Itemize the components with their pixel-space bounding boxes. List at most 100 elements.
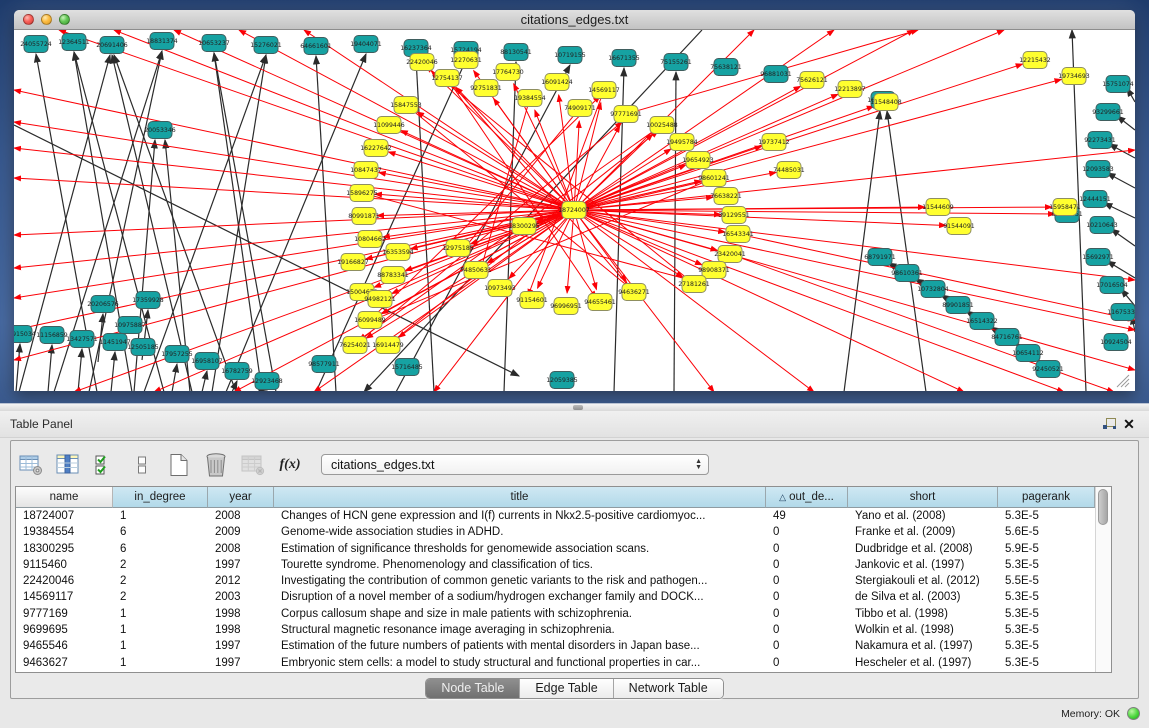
delete-table-button-disabled[interactable]: [239, 451, 267, 479]
graph-node-yellow[interactable]: 16543341: [722, 226, 754, 243]
graph-node-teal[interactable]: 10719155: [554, 47, 586, 64]
table-cell[interactable]: 5.3E-5: [998, 589, 1095, 605]
graph-node-teal[interactable]: 12093583: [1082, 161, 1114, 178]
zoom-window-button[interactable]: [59, 14, 70, 25]
graph-node-yellow[interactable]: 12213897: [834, 81, 866, 98]
graph-node-yellow[interactable]: 11099446: [373, 117, 405, 134]
table-cell[interactable]: 9777169: [16, 606, 113, 622]
graph-node-yellow[interactable]: 96996951: [550, 298, 582, 315]
graph-node-teal[interactable]: 15716485: [391, 359, 423, 376]
table-cell[interactable]: 6: [113, 541, 208, 557]
table-row[interactable]: 911546021997Tourette syndrome. Phenomeno…: [16, 557, 1111, 573]
table-cell[interactable]: 0: [766, 655, 848, 671]
graph-node-teal[interactable]: 11675333: [1107, 304, 1135, 321]
table-cell[interactable]: 9115460: [16, 557, 113, 573]
row-height-button[interactable]: [128, 451, 156, 479]
column-header-pagerank[interactable]: pagerank: [998, 487, 1095, 508]
graph-node-teal[interactable]: 15276021: [250, 37, 282, 54]
graph-node-teal[interactable]: 98577911: [308, 356, 340, 373]
table-row[interactable]: 1938455462009Genome-wide association stu…: [16, 524, 1111, 540]
graph-node-yellow[interactable]: 12975185: [442, 240, 474, 257]
table-cell[interactable]: Wolkin et al. (1998): [848, 622, 998, 638]
graph-node-yellow[interactable]: 10973493: [484, 280, 516, 297]
graph-node-teal[interactable]: 12923468: [251, 373, 283, 390]
table-row[interactable]: 1872400712008Changes of HCN gene express…: [16, 508, 1111, 524]
table-cell[interactable]: 5.3E-5: [998, 557, 1095, 573]
table-cell[interactable]: 19384554: [16, 524, 113, 540]
window-titlebar[interactable]: citations_edges.txt: [14, 10, 1135, 30]
table-cell[interactable]: Disruption of a novel member of a sodium…: [274, 589, 766, 605]
graph-node-yellow[interactable]: 88783341: [377, 267, 409, 284]
table-cell[interactable]: Estimation of significance thresholds fo…: [274, 541, 766, 557]
table-cell[interactable]: 5.3E-5: [998, 655, 1095, 671]
graph-node-yellow[interactable]: 19734693: [1058, 68, 1090, 85]
graph-node-yellow[interactable]: 23420041: [714, 246, 746, 263]
graph-node-teal[interactable]: 12059385: [546, 372, 578, 389]
vertical-scrollbar[interactable]: [1095, 487, 1111, 672]
table-cell[interactable]: 9463627: [16, 655, 113, 671]
table-cell[interactable]: de Silva et al. (2003): [848, 589, 998, 605]
graph-node-yellow[interactable]: 10847437: [350, 162, 382, 179]
graph-node-teal[interactable]: 10924504: [1100, 334, 1132, 351]
table-cell[interactable]: 1997: [208, 638, 274, 654]
table-cell[interactable]: Investigating the contribution of common…: [274, 573, 766, 589]
graph-node-teal[interactable]: 15751074: [1102, 76, 1134, 93]
network-graph-svg[interactable]: 2405572412364511206914061883137410653237…: [14, 30, 1135, 391]
table-cell[interactable]: 5.3E-5: [998, 638, 1095, 654]
table-cell[interactable]: 9699695: [16, 622, 113, 638]
graph-node-yellow[interactable]: 75626121: [796, 72, 828, 89]
table-cell[interactable]: Embryonic stem cells: a model to study s…: [274, 655, 766, 671]
graph-node-yellow[interactable]: 92751831: [470, 80, 502, 97]
graph-node-teal[interactable]: 89901851: [942, 297, 974, 314]
table-cell[interactable]: Hescheler et al. (1997): [848, 655, 998, 671]
table-cell[interactable]: 1: [113, 622, 208, 638]
graph-node-teal[interactable]: 75155261: [660, 54, 692, 71]
table-cell[interactable]: 22420046: [16, 573, 113, 589]
graph-node-teal[interactable]: 93299661: [1092, 104, 1124, 121]
graph-node-teal[interactable]: 84716761: [991, 329, 1023, 346]
float-window-icon[interactable]: [1099, 415, 1119, 433]
table-cell[interactable]: 1997: [208, 557, 274, 573]
table-cell[interactable]: 2008: [208, 541, 274, 557]
table-cell[interactable]: 2012: [208, 573, 274, 589]
graph-node-teal[interactable]: 10975887: [114, 317, 146, 334]
table-cell[interactable]: 0: [766, 573, 848, 589]
graph-node-yellow[interactable]: 10804667: [354, 231, 386, 248]
graph-node-yellow[interactable]: 14569117: [588, 82, 620, 99]
table-cell[interactable]: Yano et al. (2008): [848, 508, 998, 524]
graph-node-teal[interactable]: 10210643: [1086, 217, 1118, 234]
close-window-button[interactable]: [23, 14, 34, 25]
table-cell[interactable]: 0: [766, 541, 848, 557]
delete-columns-button[interactable]: [202, 451, 230, 479]
column-header-short[interactable]: short: [848, 487, 998, 508]
graph-node-yellow[interactable]: 19166827: [337, 254, 369, 271]
graph-node-teal[interactable]: 18831374: [146, 33, 178, 50]
graph-node-yellow[interactable]: 11544609: [922, 199, 954, 216]
table-row[interactable]: 1830029562008Estimation of significance …: [16, 541, 1111, 557]
graph-node-yellow[interactable]: 94655461: [584, 294, 616, 311]
network-window[interactable]: citations_edges.txt 24055724123645112069…: [14, 10, 1135, 391]
table-cell[interactable]: Jankovic et al. (1997): [848, 557, 998, 573]
graph-node-teal[interactable]: 17359928: [132, 292, 164, 309]
horizontal-splitter[interactable]: [0, 403, 1149, 411]
graph-node-teal[interactable]: 10654112: [1012, 345, 1044, 362]
function-builder-button[interactable]: f(x): [276, 451, 304, 479]
graph-node-yellow[interactable]: 22420046: [406, 54, 438, 71]
table-cell[interactable]: Stergiakouli et al. (2012): [848, 573, 998, 589]
splitter-handle-icon[interactable]: [573, 405, 583, 410]
table-row[interactable]: 977716911998Corpus callosum shape and si…: [16, 606, 1111, 622]
graph-node-teal[interactable]: 92450521: [1032, 361, 1064, 378]
graph-node-teal[interactable]: 64661601: [300, 38, 332, 55]
graph-node-yellow[interactable]: 76638221: [710, 188, 742, 205]
table-row[interactable]: 946554611997Estimation of the future num…: [16, 638, 1111, 654]
table-cell[interactable]: 5.3E-5: [998, 606, 1095, 622]
graph-node-yellow[interactable]: 91154601: [516, 292, 548, 309]
table-cell[interactable]: Estimation of the future numbers of pati…: [274, 638, 766, 654]
table-cell[interactable]: 2: [113, 573, 208, 589]
table-cell[interactable]: 2008: [208, 508, 274, 524]
graph-node-yellow[interactable]: 19384554: [514, 90, 546, 107]
graph-node-yellow[interactable]: 18300295: [508, 218, 540, 235]
graph-node-yellow[interactable]: 19495784: [666, 134, 698, 151]
table-cell[interactable]: 1: [113, 638, 208, 654]
graph-node-yellow[interactable]: 19654923: [682, 152, 714, 169]
